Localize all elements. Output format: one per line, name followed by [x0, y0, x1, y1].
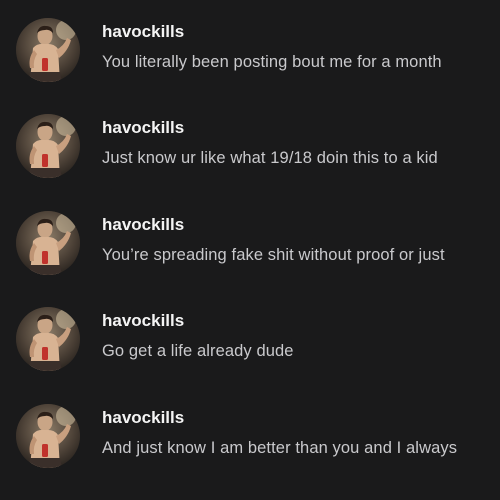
profile-photo-icon — [16, 18, 80, 82]
message-text: And just know I am better than you and I… — [102, 439, 458, 457]
message-row[interactable]: havockills You literally been posting bo… — [0, 0, 500, 96]
profile-photo-icon — [16, 404, 80, 468]
message-text: Go get a life already dude — [102, 342, 294, 360]
message-text: You’re spreading fake shit without proof… — [102, 246, 445, 264]
message-row[interactable]: havockills Just know ur like what 19/18 … — [0, 96, 500, 192]
avatar[interactable] — [16, 114, 80, 178]
message-row[interactable]: havockills And just know I am better tha… — [0, 386, 500, 482]
message-username[interactable]: havockills — [102, 118, 184, 138]
message-row[interactable]: havockills Go get a life already dude — [0, 289, 500, 385]
message-feed: havockills You literally been posting bo… — [0, 0, 500, 500]
profile-photo-icon — [16, 114, 80, 178]
message-text: You literally been posting bout me for a… — [102, 53, 442, 71]
message-username[interactable]: havockills — [102, 408, 184, 428]
avatar[interactable] — [16, 307, 80, 371]
avatar[interactable] — [16, 211, 80, 275]
profile-photo-icon — [16, 211, 80, 275]
profile-photo-icon — [16, 307, 80, 371]
message-username[interactable]: havockills — [102, 311, 184, 331]
message-text: Just know ur like what 19/18 doin this t… — [102, 149, 438, 167]
avatar[interactable] — [16, 18, 80, 82]
message-username[interactable]: havockills — [102, 22, 184, 42]
message-row[interactable]: havockills You’re spreading fake shit wi… — [0, 193, 500, 289]
avatar[interactable] — [16, 404, 80, 468]
message-username[interactable]: havockills — [102, 215, 184, 235]
